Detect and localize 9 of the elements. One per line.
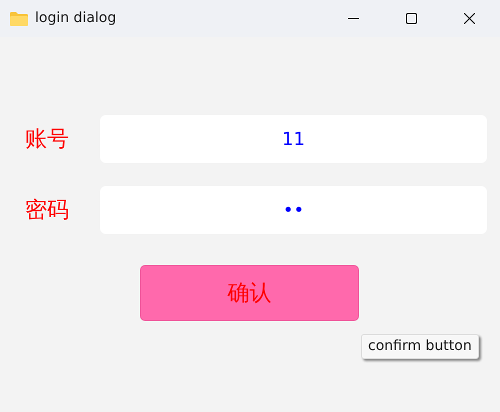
field-label: 密码: [24, 196, 70, 224]
input-field[interactable]: 11: [100, 115, 487, 163]
tooltip: confirm button: [361, 334, 479, 359]
folder-icon: [10, 12, 28, 26]
close-icon: [464, 13, 474, 24]
maximize-icon: [406, 13, 416, 24]
window-title: login dialog: [35, 9, 116, 28]
field-label: 账号: [24, 126, 70, 154]
input-field[interactable]: ••: [100, 186, 487, 234]
